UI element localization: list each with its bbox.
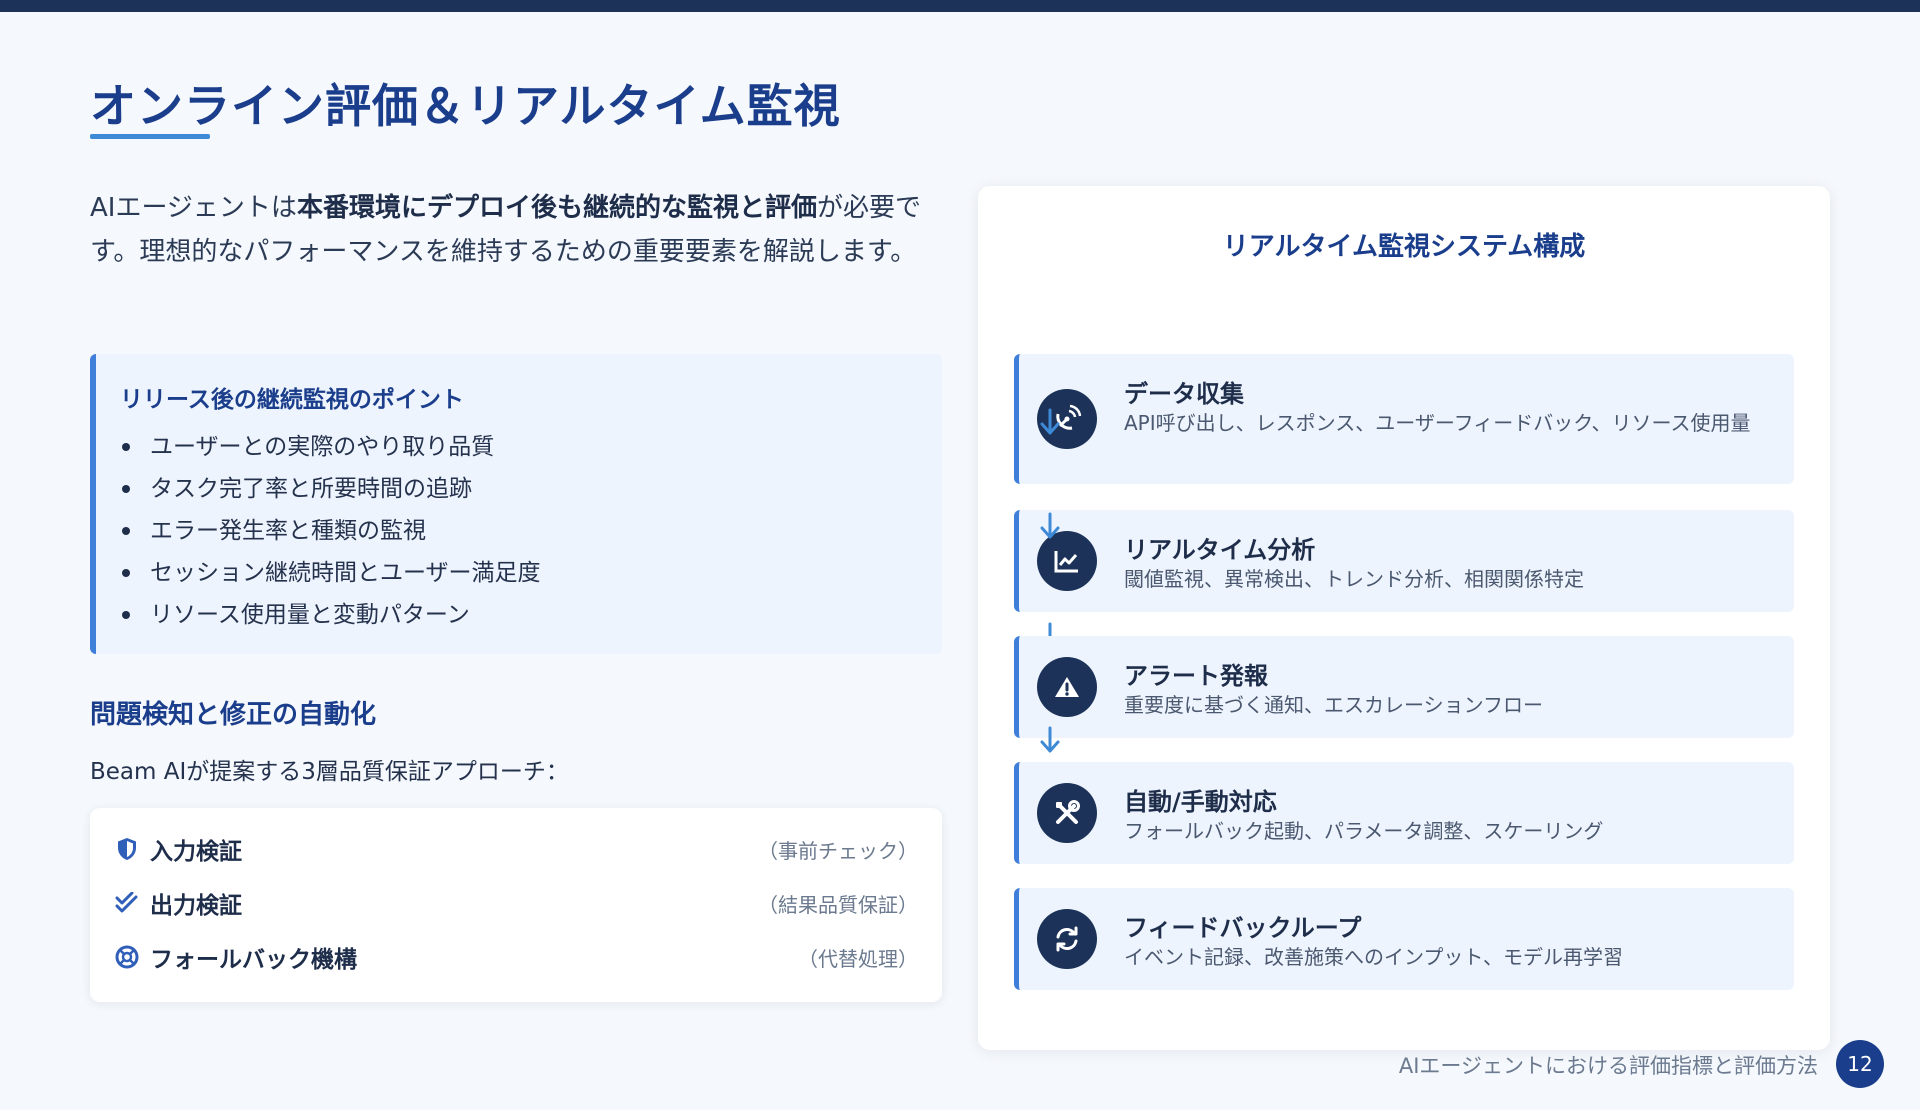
arrow-down-icon bbox=[1040, 408, 1060, 435]
points-title: リリース後の継続監視のポイント bbox=[120, 387, 464, 413]
intro-text-1: AIエージェントは bbox=[90, 193, 297, 223]
list-item: ユーザーとの実際のやり取り品質 bbox=[120, 426, 918, 468]
intro-text-bold: 本番環境にデプロイ後も継続的な監視と評価 bbox=[296, 193, 817, 223]
page-title: オンライン評価＆リアルタイム監視 bbox=[90, 79, 841, 133]
step-description: イベント記録、改善施策へのインプット、モデル再学習 bbox=[1124, 945, 1623, 969]
list-item: セッション継続時間とユーザー満足度 bbox=[120, 552, 918, 594]
sync-icon bbox=[1037, 909, 1097, 969]
qa-row-fallback: フォールバック機構 （代替処理） bbox=[114, 930, 918, 984]
quality-assurance-card: 入力検証 （事前チェック） 出力検証 （結果品質保証） フォールバック機構 （代… bbox=[90, 808, 942, 1002]
step-title: フィードバックループ bbox=[1124, 914, 1362, 942]
step-description: 重要度に基づく通知、エスカレーションフロー bbox=[1124, 693, 1543, 717]
step-title: データ収集 bbox=[1124, 380, 1244, 408]
step-alert: アラート発報 重要度に基づく通知、エスカレーションフロー bbox=[1014, 636, 1794, 738]
step-data-collection: データ収集 API呼び出し、レスポンス、ユーザーフィードバック、リソース使用量 bbox=[1014, 354, 1794, 484]
arrow-down-icon bbox=[1040, 726, 1060, 753]
step-realtime-analysis: リアルタイム分析 閾値監視、異常検出、トレンド分析、相関関係特定 bbox=[1014, 510, 1794, 612]
monitoring-points-box: リリース後の継続監視のポイント ユーザーとの実際のやり取り品質 タスク完了率と所… bbox=[90, 354, 942, 654]
step-response: 自動/手動対応 フォールバック起動、パラメータ調整、スケーリング bbox=[1014, 762, 1794, 864]
list-item: リソース使用量と変動パターン bbox=[120, 594, 918, 636]
qa-note: （結果品質保証） bbox=[758, 892, 918, 917]
step-title: 自動/手動対応 bbox=[1124, 788, 1277, 816]
monitoring-system-card: リアルタイム監視システム構成 データ収集 API呼び出し、レスポンス、ユーザーフ… bbox=[978, 186, 1830, 1050]
qa-label: 出力検証 bbox=[150, 893, 242, 919]
line-chart-icon bbox=[1037, 531, 1097, 591]
intro-paragraph: AIエージェントは本番環境にデプロイ後も継続的な監視と評価が必要です。理想的なパ… bbox=[90, 186, 940, 274]
step-title: リアルタイム分析 bbox=[1124, 536, 1316, 564]
arrow-down-icon bbox=[1040, 512, 1060, 539]
double-check-icon bbox=[114, 890, 140, 916]
automation-subtitle: Beam AIが提案する3層品質保証アプローチ： bbox=[90, 759, 569, 785]
lifebuoy-icon bbox=[114, 944, 140, 970]
footer-title: AIエージェントにおける評価指標と評価方法 bbox=[1398, 1054, 1818, 1078]
qa-row-output-validation: 出力検証 （結果品質保証） bbox=[114, 876, 918, 930]
top-accent-bar bbox=[0, 0, 1920, 12]
automation-heading: 問題検知と修正の自動化 bbox=[90, 700, 377, 730]
points-list: ユーザーとの実際のやり取り品質 タスク完了率と所要時間の追跡 エラー発生率と種類… bbox=[120, 426, 918, 636]
qa-label: 入力検証 bbox=[150, 839, 242, 865]
qa-note: （代替処理） bbox=[798, 946, 918, 971]
list-item: エラー発生率と種類の監視 bbox=[120, 510, 918, 552]
step-description: フォールバック起動、パラメータ調整、スケーリング bbox=[1124, 819, 1604, 843]
title-underline bbox=[90, 134, 210, 139]
qa-note: （事前チェック） bbox=[758, 838, 918, 863]
step-description: API呼び出し、レスポンス、ユーザーフィードバック、リソース使用量 bbox=[1124, 411, 1751, 435]
warning-icon bbox=[1037, 657, 1097, 717]
list-item: タスク完了率と所要時間の追跡 bbox=[120, 468, 918, 510]
step-title: アラート発報 bbox=[1124, 662, 1268, 690]
step-description: 閾値監視、異常検出、トレンド分析、相関関係特定 bbox=[1124, 567, 1584, 591]
page-number-badge: 12 bbox=[1836, 1040, 1884, 1088]
tools-icon bbox=[1037, 783, 1097, 843]
step-feedback-loop: フィードバックループ イベント記録、改善施策へのインプット、モデル再学習 bbox=[1014, 888, 1794, 990]
qa-label: フォールバック機構 bbox=[150, 947, 357, 973]
qa-row-input-validation: 入力検証 （事前チェック） bbox=[114, 822, 918, 876]
shield-icon bbox=[114, 836, 140, 862]
monitoring-system-title: リアルタイム監視システム構成 bbox=[1222, 232, 1586, 262]
